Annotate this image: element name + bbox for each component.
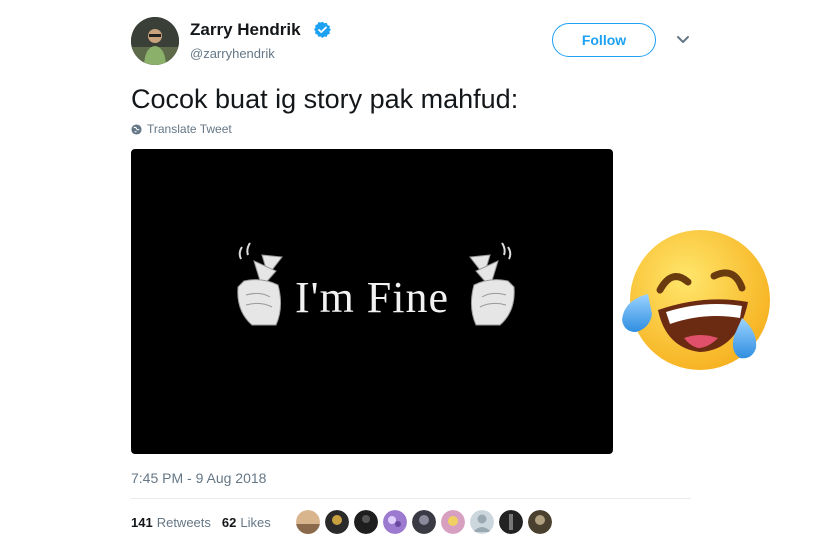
- follow-button[interactable]: Follow: [552, 23, 656, 57]
- likes-stat[interactable]: 62 Likes: [222, 515, 271, 530]
- liker-avatar[interactable]: [383, 510, 407, 534]
- divider: [131, 498, 691, 499]
- crossed-fingers-right-icon: [469, 242, 515, 326]
- tears-of-joy-emoji-icon: [622, 230, 770, 370]
- tweet-timestamp[interactable]: 7:45 PM - 9 Aug 2018: [131, 470, 266, 486]
- likes-count: 62: [221, 515, 237, 530]
- retweets-stat[interactable]: 141 Retweets: [131, 515, 211, 530]
- globe-icon: [131, 123, 142, 135]
- media-caption: I'm Fine: [294, 273, 450, 322]
- liker-avatar[interactable]: [470, 510, 494, 534]
- display-name[interactable]: Zarry Hendrik: [190, 20, 301, 40]
- verified-badge-icon: [314, 21, 331, 38]
- avatar-image: [131, 17, 179, 65]
- translate-tweet-link[interactable]: Translate Tweet: [131, 122, 232, 136]
- liker-avatar[interactable]: [325, 510, 349, 534]
- tweet-media-image[interactable]: I'm Fine: [131, 149, 613, 454]
- user-handle[interactable]: @zarryhendrik: [190, 46, 275, 61]
- liker-avatar[interactable]: [499, 510, 523, 534]
- liker-avatars: [296, 510, 552, 534]
- liker-avatar[interactable]: [296, 510, 320, 534]
- liker-avatar[interactable]: [528, 510, 552, 534]
- retweets-count: 141: [131, 515, 153, 530]
- retweets-label: Retweets: [156, 515, 211, 530]
- tweet-text: Cocok buat ig story pak mahfud:: [131, 84, 519, 114]
- avatar[interactable]: [131, 17, 179, 65]
- likes-label: Likes: [240, 515, 271, 530]
- liker-avatar[interactable]: [354, 510, 378, 534]
- liker-avatar[interactable]: [441, 510, 465, 534]
- liker-avatar[interactable]: [412, 510, 436, 534]
- chevron-down-icon[interactable]: [676, 35, 690, 45]
- tweet-stats: 141 Retweets 62 Likes: [131, 515, 271, 530]
- translate-label[interactable]: Translate Tweet: [147, 122, 232, 136]
